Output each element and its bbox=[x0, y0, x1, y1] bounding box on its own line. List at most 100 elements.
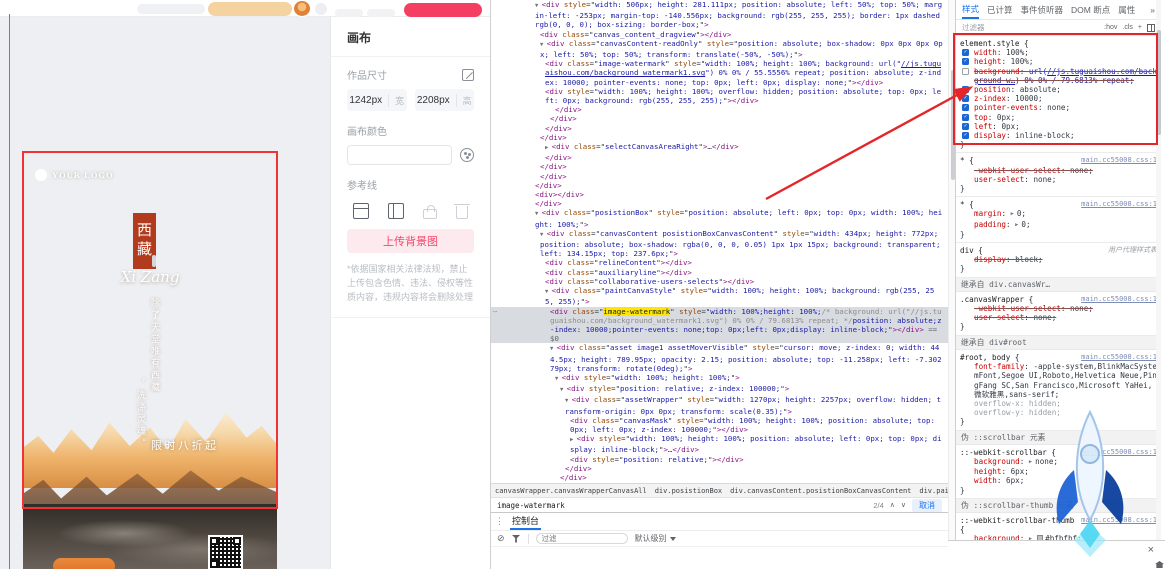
css-property[interactable]: overflow-y: hidden; bbox=[960, 408, 1157, 417]
property-checkbox[interactable] bbox=[962, 68, 969, 75]
dom-tree-node[interactable]: <div style="width: 100%; height: 100%; o… bbox=[491, 87, 948, 105]
expand-arrow-icon[interactable]: ▼ bbox=[535, 211, 542, 217]
width-field[interactable]: 1242px 宽 bbox=[347, 89, 407, 111]
dom-tree-node[interactable]: ⋯<div class="image-watermark" style="wid… bbox=[491, 307, 948, 344]
dom-tree-node[interactable]: <div class="image-watermark" style="widt… bbox=[491, 59, 948, 87]
expand-arrow-icon[interactable]: ▼ bbox=[535, 3, 542, 9]
tab-console[interactable]: 控制台 bbox=[510, 513, 541, 530]
css-property[interactable]: user-select: none; bbox=[960, 313, 1157, 322]
dom-tree-node[interactable]: </div> bbox=[491, 114, 948, 123]
breadcrumb-item[interactable]: div.canvasContent.posistionBoxCanvasCont… bbox=[726, 487, 915, 495]
filter-icon[interactable] bbox=[512, 535, 521, 543]
dom-tree-node[interactable]: </div> bbox=[491, 172, 948, 181]
css-property[interactable]: ✓position: absolute; bbox=[960, 85, 1157, 94]
next-match-button[interactable]: ∨ bbox=[901, 501, 906, 509]
property-checkbox[interactable]: ✓ bbox=[962, 58, 969, 65]
topbar-pill[interactable] bbox=[335, 9, 363, 17]
property-checkbox[interactable]: ✓ bbox=[962, 123, 969, 130]
color-picker-icon[interactable] bbox=[460, 148, 474, 162]
dom-tree-node[interactable]: </div> bbox=[491, 105, 948, 114]
css-property[interactable]: user-select: none; bbox=[960, 175, 1157, 184]
tab-1[interactable]: 已计算 bbox=[987, 4, 1013, 16]
dom-tree-node[interactable]: <div></div> bbox=[491, 190, 948, 199]
dom-tree-node[interactable]: <div class="relineContent"></div> bbox=[491, 258, 948, 267]
stylesheet-link[interactable]: main.cc55008.css:1 bbox=[1081, 448, 1157, 457]
dom-tree-node[interactable]: ▼ <div style="width: 100%; height: 100%;… bbox=[491, 373, 948, 384]
dom-tree-node[interactable]: ▼ <div class="assetWrapper" style="width… bbox=[491, 395, 948, 415]
poster-canvas[interactable]: YOUR LOGO 西 藏 Xi Zang 除了天堂唯有西藏 ，洗涤灵魂。 限时… bbox=[23, 152, 277, 569]
dom-tree-node[interactable]: <div class="canvas_content_dragview"></d… bbox=[491, 30, 948, 39]
primary-action-button[interactable] bbox=[404, 3, 482, 17]
expand-arrow-icon[interactable]: ▶ bbox=[570, 437, 577, 443]
scrollbar-thumb[interactable] bbox=[951, 70, 955, 180]
css-property[interactable]: overflow-x: hidden; bbox=[960, 399, 1157, 408]
tab-3[interactable]: DOM 断点 bbox=[1071, 4, 1110, 16]
css-property[interactable]: -webkit-user-select: none; bbox=[960, 304, 1157, 313]
dom-tree-node[interactable]: ▼ <div class="paintCanvaStyle" style="wi… bbox=[491, 286, 948, 306]
topbar-icon[interactable] bbox=[315, 3, 327, 15]
css-property[interactable]: padding: ▶ 0; bbox=[960, 220, 1157, 230]
css-property[interactable]: margin: ▶ 0; bbox=[960, 209, 1157, 219]
topbar-pill[interactable] bbox=[367, 9, 395, 17]
lock-guides-icon[interactable] bbox=[423, 209, 437, 219]
breadcrumb-item[interactable]: div.paintCanvaStyle bbox=[915, 487, 948, 495]
elements-scrollbar[interactable] bbox=[948, 0, 955, 540]
expand-arrow-icon[interactable]: ▼ bbox=[540, 42, 547, 48]
expand-arrow-icon[interactable]: ▼ bbox=[550, 346, 557, 352]
css-property[interactable]: background: ▶ none; bbox=[960, 457, 1157, 467]
search-input[interactable]: image-watermark bbox=[491, 501, 565, 510]
property-checkbox[interactable]: ✓ bbox=[962, 132, 969, 139]
css-property[interactable]: font-family: -apple-system,BlinkMacSyste… bbox=[960, 362, 1157, 399]
property-checkbox[interactable]: ✓ bbox=[962, 49, 969, 56]
css-property[interactable]: ✓pointer-events: none; bbox=[960, 103, 1157, 112]
dom-tree-node[interactable]: ▶ <div style="width: 100%; height: 100%;… bbox=[491, 434, 948, 454]
css-property[interactable]: ✓top: 0px; bbox=[960, 113, 1157, 122]
previous-match-button[interactable]: ∧ bbox=[890, 501, 895, 509]
expand-arrow-icon[interactable]: ▼ bbox=[545, 289, 552, 295]
close-icon[interactable]: × bbox=[1148, 544, 1154, 556]
dom-tree-node[interactable]: </div> bbox=[491, 473, 948, 482]
css-property[interactable]: width: 6px; bbox=[960, 476, 1157, 485]
dom-tree-node[interactable]: </div> bbox=[491, 124, 948, 133]
css-property[interactable]: ✓width: 100%; bbox=[960, 48, 1157, 57]
cancel-search-button[interactable]: 取消 bbox=[912, 499, 942, 512]
drawer-menu-icon[interactable]: ⋮ bbox=[495, 516, 504, 527]
css-property[interactable]: ✓height: 100%; bbox=[960, 57, 1157, 66]
expand-arrow-icon[interactable]: ▼ bbox=[565, 398, 572, 404]
clear-guides-icon[interactable] bbox=[456, 206, 468, 219]
dom-tree-node[interactable]: ▼ <div class="asset image1 assetMoverVis… bbox=[491, 343, 948, 373]
hover-state-toggle[interactable]: :hov bbox=[1104, 24, 1117, 31]
stylesheet-link[interactable]: main.cc55008.css:1 bbox=[1081, 295, 1157, 304]
dom-tree-node[interactable]: </div> bbox=[491, 181, 948, 190]
topbar-pill[interactable] bbox=[137, 4, 205, 14]
dom-tree-node[interactable]: <div style="position: relative;"></div> bbox=[491, 455, 948, 464]
dom-tree-node[interactable]: ▼ <div class="posistionBox" style="posit… bbox=[491, 208, 948, 228]
css-property[interactable]: ✓left: 0px; bbox=[960, 122, 1157, 131]
edit-size-icon[interactable] bbox=[462, 69, 474, 81]
property-checkbox[interactable]: ✓ bbox=[962, 86, 969, 93]
css-property[interactable]: -webkit-user-select: none; bbox=[960, 166, 1157, 175]
horizontal-guide-button[interactable] bbox=[353, 203, 369, 219]
dom-tree-node[interactable]: <div class="canvasMask" style="width: 10… bbox=[491, 416, 948, 434]
dom-tree-node[interactable]: </div> bbox=[491, 199, 948, 208]
property-checkbox[interactable]: ✓ bbox=[962, 95, 969, 102]
tabs-overflow-icon[interactable]: » bbox=[1150, 5, 1155, 15]
dom-tree-node[interactable]: ▼ <div class="canvasContent-readOnly" st… bbox=[491, 39, 948, 59]
property-checkbox[interactable]: ✓ bbox=[962, 104, 969, 111]
stylesheet-link[interactable]: main.cc55008.css:1 bbox=[1081, 156, 1157, 165]
dom-tree-node[interactable]: </div> bbox=[491, 153, 948, 162]
panel-resize-grip[interactable] bbox=[152, 255, 156, 267]
topbar-pill[interactable] bbox=[208, 2, 292, 16]
styles-scrollbar[interactable] bbox=[1156, 0, 1161, 540]
clear-console-icon[interactable]: ⊘ bbox=[497, 534, 505, 543]
expand-arrow-icon[interactable]: ▶ bbox=[545, 145, 552, 151]
expand-arrow-icon[interactable]: ▼ bbox=[555, 376, 562, 382]
height-field[interactable]: 2208px 高 bbox=[415, 89, 475, 111]
dom-tree-node[interactable]: </div> bbox=[491, 162, 948, 171]
layout-panel-icon[interactable] bbox=[1147, 24, 1155, 32]
console-filter-input[interactable] bbox=[536, 533, 628, 544]
tab-2[interactable]: 事件侦听器 bbox=[1021, 4, 1064, 16]
breadcrumb-item[interactable]: div.posistionBox bbox=[651, 487, 726, 495]
css-property[interactable]: ✓z-index: 10000; bbox=[960, 94, 1157, 103]
dom-tree-node[interactable]: ▼ <div style="width: 506px; height: 281.… bbox=[491, 0, 948, 30]
